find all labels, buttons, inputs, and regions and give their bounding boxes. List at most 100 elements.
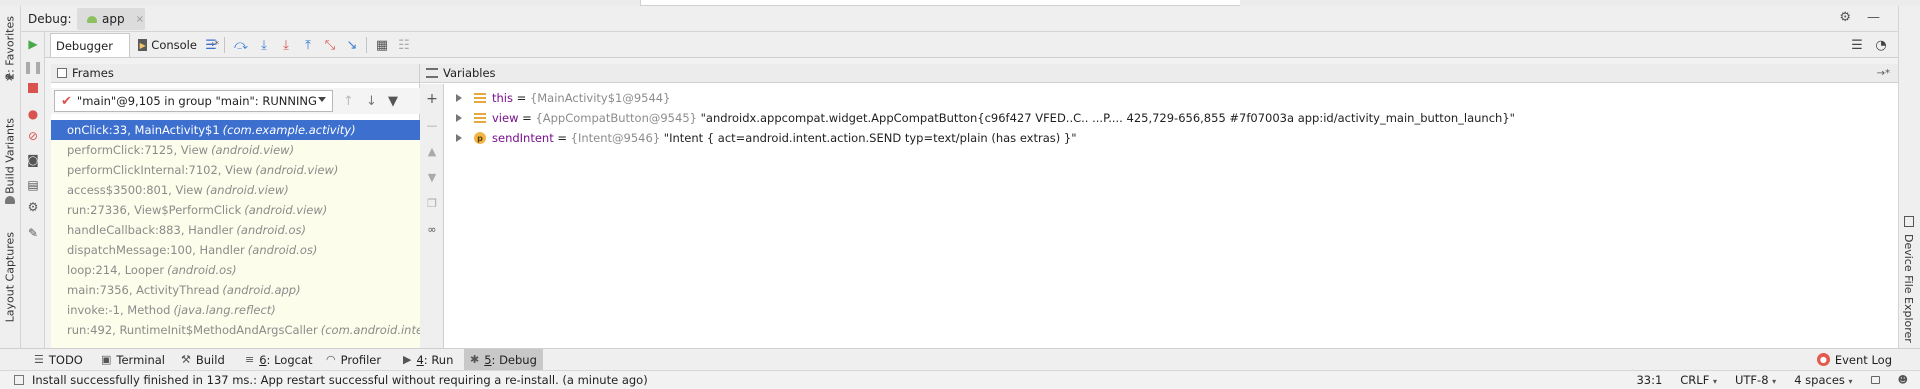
terminal-tool-button[interactable]: ▣ Terminal <box>95 349 171 370</box>
drop-frame-icon[interactable]: ⤡ <box>321 36 339 54</box>
add-icon[interactable]: + <box>425 91 439 107</box>
copy-icon[interactable]: ❐ <box>425 196 439 210</box>
expand-icon[interactable] <box>456 94 462 102</box>
indent-widget[interactable]: 4 spaces ▾ <box>1794 373 1852 387</box>
arrow-down-icon[interactable]: ↓ <box>366 94 377 109</box>
variable-name: view <box>492 111 519 125</box>
build-tool-button[interactable]: ⚒ Build <box>175 349 231 370</box>
caret-position[interactable]: 33:1 <box>1636 373 1662 387</box>
gear-icon[interactable]: ⚙ <box>1839 10 1851 25</box>
status-message[interactable]: Install successfully finished in 137 ms.… <box>14 373 648 387</box>
android-icon <box>87 15 97 23</box>
variable-row-view[interactable]: view = {AppCompatButton@9545} "androidx.… <box>448 108 1515 128</box>
minimize-icon[interactable]: — <box>1867 10 1880 25</box>
frame-item[interactable]: handleCallback:883, Handler (android.os) <box>51 220 420 240</box>
device-file-explorer-label: Device File Explorer <box>1902 234 1915 343</box>
trace-icon[interactable]: ☷ <box>395 36 413 54</box>
frame-item[interactable]: run:492, RuntimeInit$MethodAndArgsCaller… <box>51 320 420 340</box>
resume-icon[interactable]: ▶ <box>25 36 41 52</box>
filter-icon[interactable]: ▼ <box>388 94 398 109</box>
step-out-icon[interactable]: ⤒ <box>299 36 317 54</box>
frame-item[interactable]: run:27336, View$PerformClick (android.vi… <box>51 200 420 220</box>
variables-title: Variables <box>443 66 496 80</box>
layout-captures-tool-button[interactable]: Layout Captures <box>2 232 18 322</box>
debug-session-tab-app[interactable]: app × <box>77 8 145 30</box>
variable-type: {AppCompatButton@9545} <box>535 111 697 125</box>
run-to-cursor-icon[interactable]: ↘ <box>343 36 361 54</box>
stop-icon[interactable] <box>25 80 41 96</box>
frame-package: (com.android.internal.os) <box>320 323 420 337</box>
restore-layout-icon[interactable]: ▤ <box>25 177 41 193</box>
device-file-explorer-icon <box>1904 216 1914 227</box>
frame-method: access$3500:801, View <box>67 183 203 197</box>
status-message-text: Install successfully finished in 137 ms.… <box>32 373 648 387</box>
frame-item[interactable]: dispatchMessage:100, Handler (android.os… <box>51 240 420 260</box>
arrow-up-icon[interactable]: ↑ <box>343 94 354 109</box>
chevron-down-icon: ▾ <box>1772 377 1777 386</box>
remove-icon[interactable]: — <box>425 118 439 132</box>
logcat-label: : Logcat <box>266 352 313 367</box>
logcat-tool-button[interactable]: ≡ 6: Logcat <box>239 349 319 370</box>
gear-icon[interactable]: ⚙ <box>25 199 41 215</box>
expand-icon[interactable] <box>456 134 462 142</box>
variable-name: sendIntent <box>492 131 554 145</box>
expand-icon[interactable] <box>456 114 462 122</box>
chevron-down-icon: ▾ <box>1848 377 1853 386</box>
frame-method: run:492, RuntimeInit$MethodAndArgsCaller <box>67 323 318 337</box>
frame-method: dispatchMessage:100, Handler <box>67 243 245 257</box>
performance-icon[interactable]: ◔ <box>1872 36 1890 54</box>
frame-item[interactable]: loop:214, Looper (android.os) <box>51 260 420 280</box>
frames-icon <box>57 68 67 78</box>
frame-item[interactable]: performClick:7125, View (android.view) <box>51 140 420 160</box>
arrow-up-icon[interactable]: ▲ <box>425 144 439 158</box>
camera-icon[interactable]: ◙ <box>25 152 41 168</box>
logcat-icon: ≡ <box>245 353 255 366</box>
close-icon[interactable]: × <box>136 14 144 25</box>
profiler-tool-button[interactable]: ◠ Profiler <box>320 349 387 370</box>
frame-package: (android.os) <box>236 223 306 237</box>
watches-icon[interactable]: ∞ <box>425 222 439 236</box>
layout-captures-label: Layout Captures <box>3 232 17 323</box>
debug-toolbar: Debugger ▶ Console →* ☰ ⤼ ⤓ ⤓ ⤒ ⤡ ↘ ▦ ☷ … <box>21 32 1898 58</box>
frame-item[interactable]: onClick:33, MainActivity$1 (com.example.… <box>51 120 420 140</box>
build-variants-tool-button[interactable]: Build Variants <box>2 118 18 194</box>
variable-row-sendintent[interactable]: p sendIntent = {Intent@9546} "Intent { a… <box>448 128 1077 148</box>
force-step-into-icon[interactable]: ⤓ <box>277 36 295 54</box>
android-icon <box>5 196 15 204</box>
layout-settings-icon[interactable]: ☰ <box>1848 36 1866 54</box>
frame-item[interactable]: performClickInternal:7102, View (android… <box>51 160 420 180</box>
evaluate-expression-icon[interactable]: ▦ <box>373 36 391 54</box>
debug-tool-button[interactable]: ✱ 5: Debug <box>464 349 543 370</box>
pin-icon[interactable]: ✎ <box>25 225 41 241</box>
step-into-icon[interactable]: ⤓ <box>255 36 273 54</box>
thread-dropdown-value: "main"@9,105 in group "main": RUNNING <box>76 94 317 108</box>
pin-icon[interactable]: →* <box>1877 68 1890 79</box>
lock-icon[interactable] <box>1870 376 1880 384</box>
tab-debugger[interactable]: Debugger <box>50 33 130 57</box>
variable-name: this <box>492 91 513 105</box>
variable-row-this[interactable]: this = {MainActivity$1@9544} <box>448 88 670 108</box>
mute-breakpoints-icon[interactable]: ⊘ <box>25 128 41 144</box>
pause-icon[interactable]: ❚❚ <box>23 59 43 75</box>
arrow-down-icon[interactable]: ▼ <box>425 170 439 184</box>
step-over-icon[interactable]: ⤼ <box>232 36 250 54</box>
status-toggle-icon[interactable] <box>14 375 24 385</box>
star-icon[interactable]: ★ <box>4 70 15 84</box>
thread-dropdown[interactable]: ✔ "main"@9,105 in group "main": RUNNING <box>54 90 333 112</box>
device-file-explorer-tool-button[interactable]: Device File Explorer <box>1902 234 1915 343</box>
inspector-icon[interactable]: ☻ <box>1898 375 1908 386</box>
event-log-tool-button[interactable]: ● Event Log <box>1816 349 1892 370</box>
line-separator-widget[interactable]: CRLF ▾ <box>1680 373 1717 387</box>
frames-header: Frames <box>51 64 419 83</box>
view-breakpoints-icon[interactable]: ● <box>25 106 41 122</box>
frame-package: (android.view) <box>255 163 339 177</box>
todo-tool-button[interactable]: ☰ TODO <box>28 349 89 370</box>
frame-method: performClickInternal:7102, View <box>67 163 253 177</box>
frame-item[interactable]: access$3500:801, View (android.view) <box>51 180 420 200</box>
show-execution-point-icon[interactable]: ☰ <box>202 36 220 54</box>
run-label: : Run <box>423 352 454 367</box>
frame-item[interactable]: main:7356, ActivityThread (android.app) <box>51 280 420 300</box>
run-tool-button[interactable]: ▶ 4: Run <box>397 349 459 370</box>
frame-item[interactable]: invoke:-1, Method (java.lang.reflect) <box>51 300 420 320</box>
encoding-widget[interactable]: UTF-8 ▾ <box>1735 373 1776 387</box>
